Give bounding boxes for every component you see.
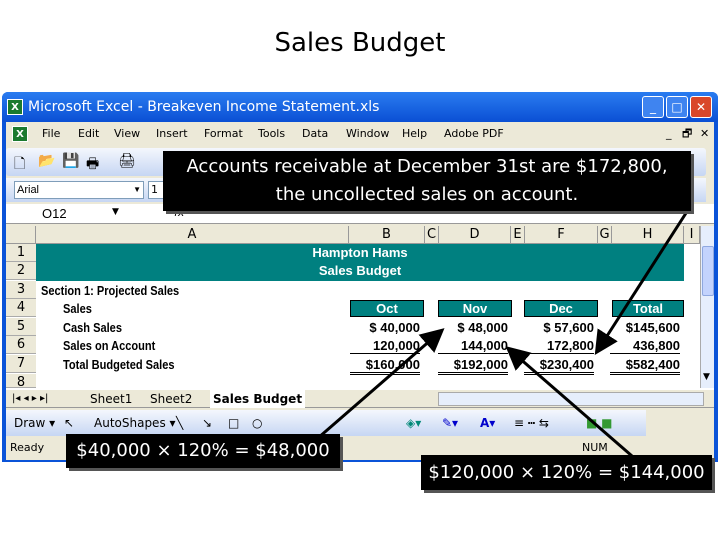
callout-accounts-receivable: Accounts receivable at December 31st are…	[163, 151, 691, 211]
arrow-to-nov-account	[505, 346, 633, 458]
callout-cash-sales-calc: $40,000 × 120% = $48,000	[66, 434, 340, 468]
callout-account-sales-calc: $120,000 × 120% = $144,000	[421, 455, 712, 490]
callout-line: Accounts receivable at December 31st are…	[186, 156, 668, 177]
arrow-to-nov-cash	[317, 328, 445, 440]
arrow-to-dec-receivable	[594, 209, 690, 356]
callout-line: the uncollected sales on account.	[275, 184, 579, 205]
